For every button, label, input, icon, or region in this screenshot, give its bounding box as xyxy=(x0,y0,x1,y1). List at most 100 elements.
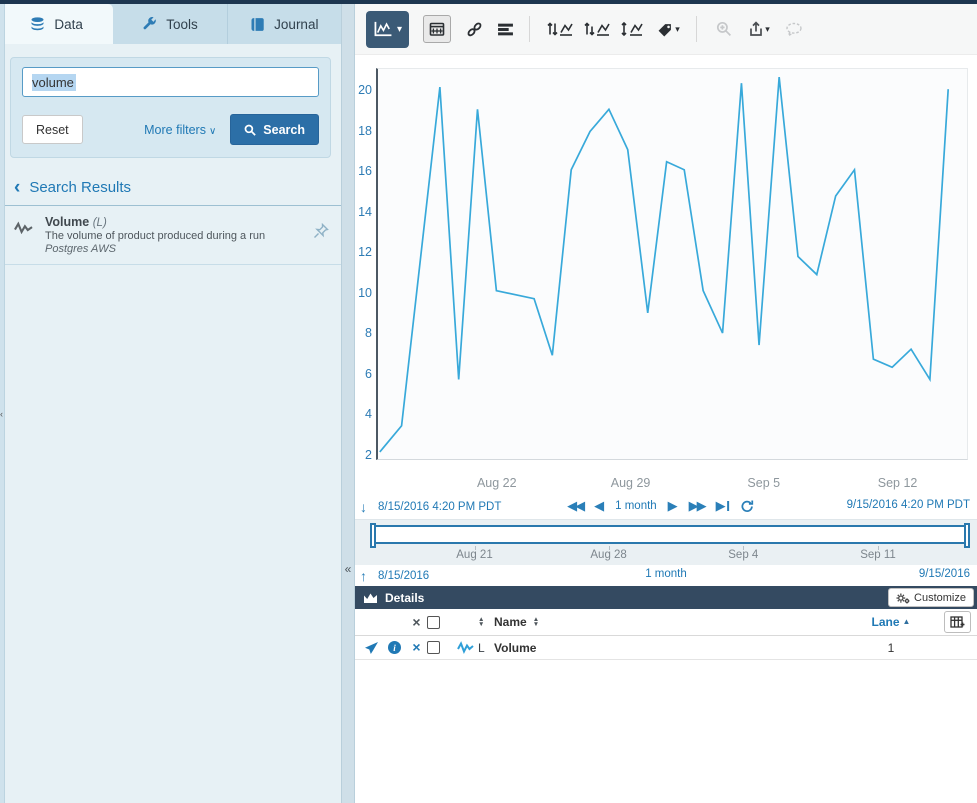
sort-icon[interactable]: ▲▼ xyxy=(533,617,539,627)
y-tick-label: 14 xyxy=(356,205,372,219)
select-all-checkbox[interactable] xyxy=(427,616,440,629)
wrench-icon xyxy=(142,17,157,32)
annotate-icon xyxy=(781,16,807,42)
x-tick-label: Aug 29 xyxy=(586,476,676,490)
search-results-back[interactable]: ‹ Search Results xyxy=(0,179,341,206)
toolbar-separator xyxy=(696,16,697,42)
details-empty-area xyxy=(355,660,977,803)
y-tick-label: 8 xyxy=(356,326,372,340)
display-range-end-link[interactable]: 9/15/2016 4:20 PM PDT xyxy=(847,499,970,511)
x-tick-label: Sep 12 xyxy=(853,476,943,490)
caret-down-icon: ▾ xyxy=(765,24,770,35)
y-tick-label: 10 xyxy=(356,286,372,300)
arrow-up-icon[interactable]: ↑ xyxy=(360,568,367,584)
sort-asc-icon: ▲ xyxy=(903,617,911,626)
zoom-in-icon xyxy=(711,16,737,42)
left-collapse-edge[interactable]: ‹ xyxy=(0,4,5,803)
time-scrollbar-region: Aug 21Aug 28Sep 4Sep 11 xyxy=(355,519,977,565)
collapse-handle-icon: ‹ xyxy=(0,409,3,419)
y-tick-label: 18 xyxy=(356,124,372,138)
sort-icon[interactable]: ▲▼ xyxy=(478,617,494,627)
volume-trace xyxy=(380,77,948,452)
step-forward-full-icon[interactable]: ▶▶ xyxy=(689,500,705,512)
scrollbar-tick-label: Aug 21 xyxy=(435,549,515,561)
signal-type-icon xyxy=(457,641,474,654)
y-tick-label: 4 xyxy=(356,407,372,421)
scrollbar-tick-label: Aug 28 xyxy=(569,549,649,561)
send-to-trend-icon[interactable] xyxy=(364,641,379,655)
result-name: Volume (L) xyxy=(45,215,313,229)
y-tick-label: 16 xyxy=(356,164,372,178)
search-panel: volume Reset More filters∨ Search xyxy=(10,57,331,158)
search-input[interactable]: volume xyxy=(22,67,319,97)
link-icon[interactable] xyxy=(461,16,487,42)
gears-icon xyxy=(896,592,910,604)
signal-icon xyxy=(14,221,33,236)
calendar-icon[interactable] xyxy=(423,15,451,43)
tab-data-label: Data xyxy=(54,17,83,32)
trend-toolbar: ▾ xyxy=(355,4,977,55)
tab-data[interactable]: Data xyxy=(0,4,113,44)
investigate-end-link[interactable]: 9/15/2016 xyxy=(919,568,970,580)
search-button[interactable]: Search xyxy=(230,114,319,145)
chevron-down-icon: ∨ xyxy=(209,126,216,137)
investigate-start-link[interactable]: 8/15/2016 xyxy=(378,570,429,582)
chart-plot-area[interactable] xyxy=(376,68,968,460)
trend-view-dropdown[interactable]: ▾ xyxy=(366,11,409,48)
time-scrollbar-track[interactable] xyxy=(372,525,968,544)
pin-icon[interactable] xyxy=(313,223,329,239)
result-description: The volume of product produced during a … xyxy=(45,230,313,242)
search-input-value: volume xyxy=(32,74,76,91)
step-back-half-icon[interactable]: ◀ xyxy=(594,500,604,512)
remove-item-icon[interactable]: × xyxy=(406,641,427,654)
scrollbar-left-handle[interactable] xyxy=(370,523,376,548)
row-lane-value: 1 xyxy=(851,641,931,655)
more-filters-link[interactable]: More filters∨ xyxy=(144,123,216,137)
y-tick-label: 20 xyxy=(356,83,372,97)
reset-button[interactable]: Reset xyxy=(22,115,83,144)
samples-table-icon[interactable] xyxy=(492,16,518,42)
info-icon[interactable]: i xyxy=(388,641,401,654)
labels-tag-icon[interactable]: ▾ xyxy=(651,16,685,42)
one-lane-one-axis-icon[interactable] xyxy=(544,16,576,42)
caret-down-icon: ▾ xyxy=(397,24,402,35)
refresh-icon[interactable] xyxy=(740,499,754,513)
add-column-button[interactable] xyxy=(944,611,971,633)
export-icon[interactable]: ▾ xyxy=(742,16,776,42)
row-checkbox[interactable] xyxy=(427,641,440,654)
step-to-now-icon[interactable]: ▶ xyxy=(716,500,729,512)
duration-link[interactable]: 1 month xyxy=(615,500,657,512)
one-lane-per-signal-icon[interactable] xyxy=(581,16,613,42)
caret-down-icon: ▾ xyxy=(675,24,680,35)
axis-letter: L xyxy=(478,641,494,655)
result-unit: (L) xyxy=(93,217,107,229)
investigate-duration-link[interactable]: 1 month xyxy=(645,568,687,580)
scrollbar-right-handle[interactable] xyxy=(964,523,970,548)
sidebar-collapse-gutter[interactable]: « xyxy=(341,4,355,803)
details-panel-header: Details Customize xyxy=(355,586,977,609)
sidebar: Data Tools Journal volume xyxy=(0,4,341,803)
display-range-start-link[interactable]: 8/15/2016 4:20 PM PDT xyxy=(378,501,501,513)
customize-button[interactable]: Customize xyxy=(888,588,974,607)
tab-tools[interactable]: Tools xyxy=(113,4,227,44)
remove-all-icon[interactable]: × xyxy=(406,614,427,630)
x-tick-label: Sep 5 xyxy=(719,476,809,490)
main-panel: ▾ xyxy=(355,4,977,803)
search-results-title: Search Results xyxy=(29,179,131,196)
search-icon xyxy=(244,124,256,136)
collapse-left-icon: « xyxy=(345,562,352,576)
row-name[interactable]: Volume xyxy=(494,641,851,655)
lane-column-header[interactable]: Lane▲ xyxy=(851,615,931,629)
details-table-row-volume[interactable]: i × L Volume 1 xyxy=(355,636,977,660)
arrow-down-icon[interactable]: ↓ xyxy=(360,499,367,515)
name-column-header[interactable]: Name ▲▼ xyxy=(494,615,851,629)
y-tick-label: 2 xyxy=(356,448,372,462)
tab-journal[interactable]: Journal xyxy=(228,4,341,44)
area-chart-icon xyxy=(363,592,378,604)
step-back-full-icon[interactable]: ◀◀ xyxy=(567,500,583,512)
step-forward-half-icon[interactable]: ▶ xyxy=(668,500,678,512)
time-range-controls: ↓ 8/15/2016 4:20 PM PDT ◀◀ ◀ 1 month ▶ ▶… xyxy=(355,497,977,519)
auto-scale-icon[interactable] xyxy=(618,16,646,42)
tab-tools-label: Tools xyxy=(166,17,198,32)
search-result-volume[interactable]: Volume (L) The volume of product produce… xyxy=(0,206,341,265)
